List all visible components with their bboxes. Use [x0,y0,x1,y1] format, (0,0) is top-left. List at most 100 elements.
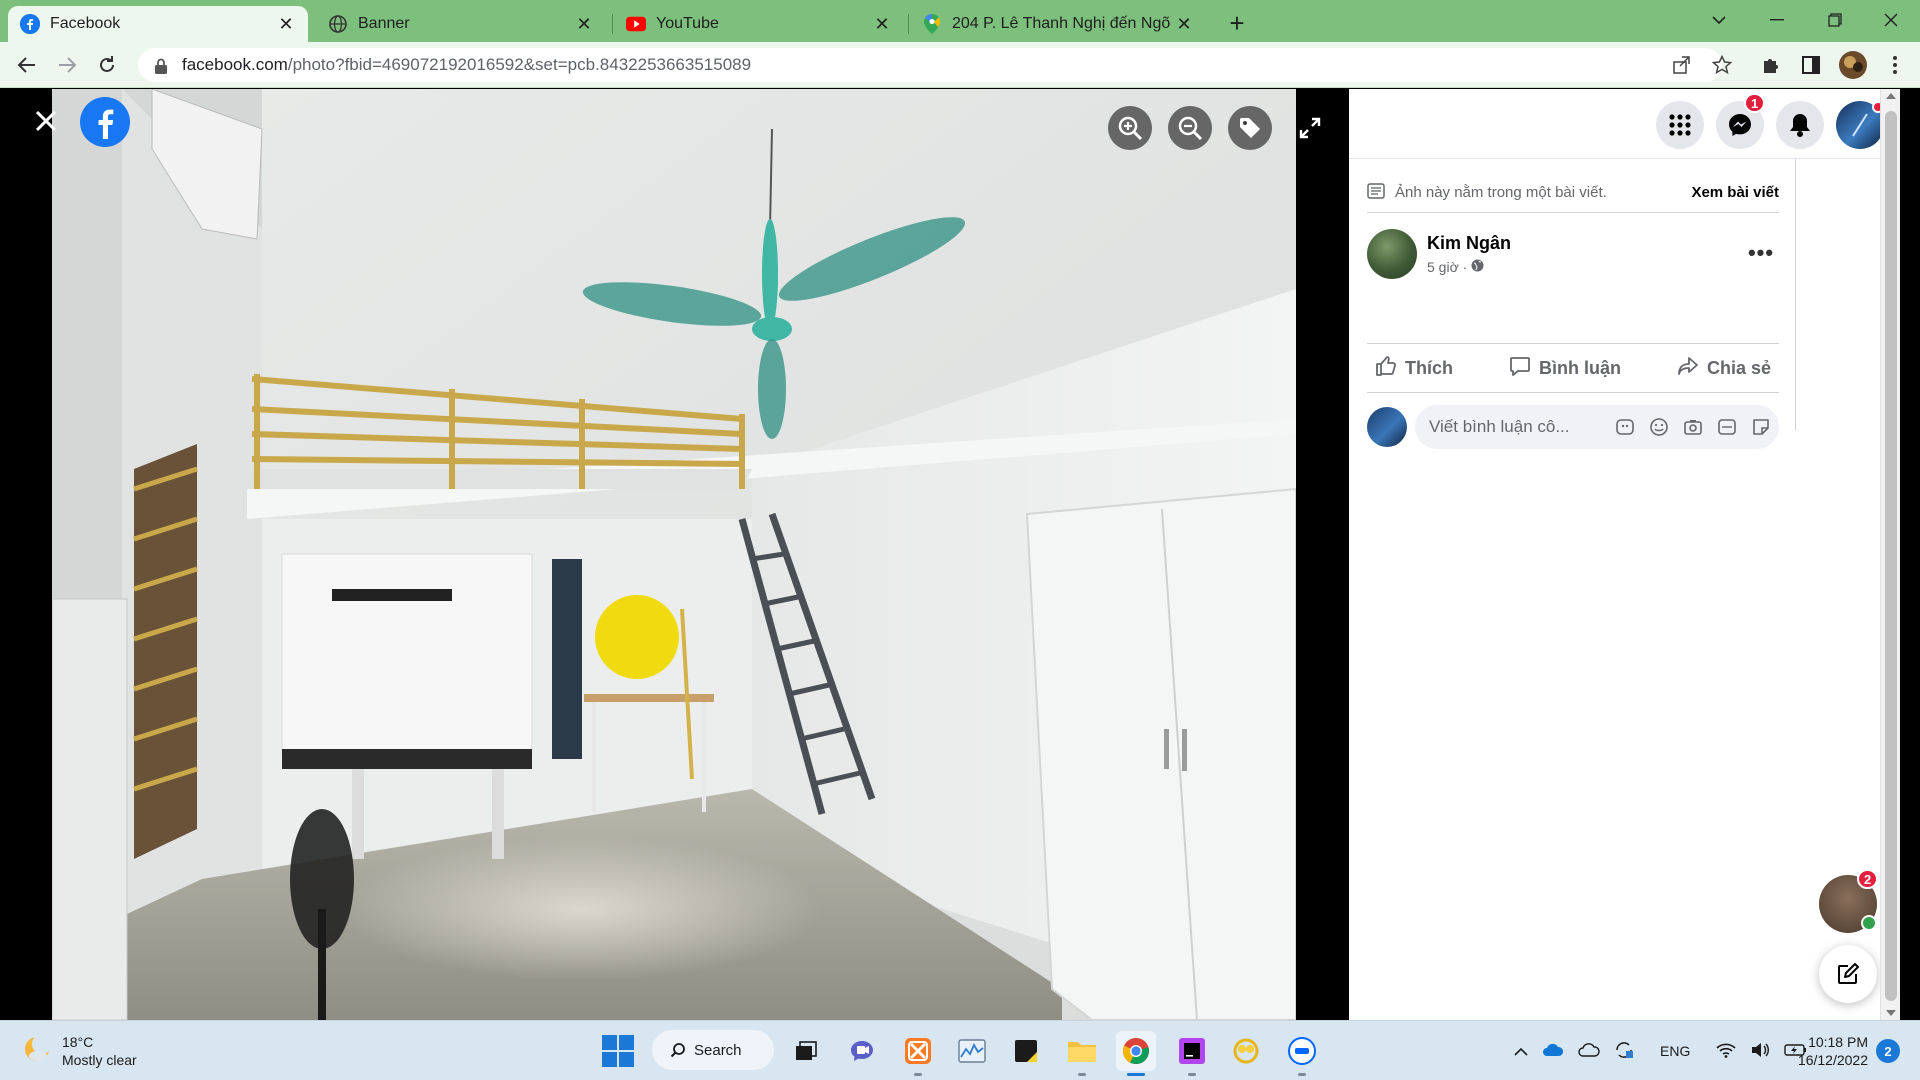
url-path: /photo?fbid=469072192016592&set=pcb.8432… [287,55,752,74]
new-message-button[interactable] [1819,945,1877,1003]
system-tray: ENG [1514,1021,1808,1080]
post-time[interactable]: 5 giờ · [1427,259,1467,275]
windows-taskbar: 18°C Mostly clear Search ENG 10:18 PM 16… [0,1020,1920,1080]
restore-button[interactable] [1806,0,1864,40]
cloud-icon[interactable] [1578,1042,1600,1060]
close-tab-icon[interactable]: ✕ [574,14,594,34]
profile-avatar[interactable] [1838,50,1868,80]
teams-chat-icon[interactable] [842,1031,882,1071]
zoom-out-icon[interactable] [1168,106,1212,150]
more-options-icon[interactable]: ••• [1743,235,1779,271]
task-view-icon[interactable] [786,1031,826,1071]
tab-banner[interactable]: Banner ✕ [316,6,606,42]
scroll-up-arrow-icon[interactable] [1886,93,1896,99]
reload-button[interactable] [90,48,124,82]
chat-head-avatar[interactable]: 2 [1819,869,1879,933]
phpstorm-icon[interactable] [1172,1031,1212,1076]
tab-youtube[interactable]: YouTube ✕ [614,6,904,42]
messenger-icon[interactable]: 1 [1716,93,1766,149]
clock-date: 16/12/2022 [1797,1052,1868,1068]
chrome-menu-icon[interactable] [1880,50,1910,80]
tab-google-maps[interactable]: 204 P. Lê Thanh Nghị đến Ngõ 1 ✕ [910,6,1206,42]
comment-input[interactable]: Viết bình luận cô... [1415,405,1779,449]
share-arrow-icon [1677,355,1699,382]
tag-icon[interactable] [1228,106,1272,150]
avatar-sticker-icon[interactable] [1615,417,1635,442]
google-maps-icon [922,14,942,34]
new-tab-button[interactable]: + [1222,8,1252,38]
sticker-icon[interactable] [1751,417,1771,442]
taskbar-search[interactable]: Search [652,1030,774,1070]
url-domain: facebook.com [182,55,288,74]
back-button[interactable] [10,48,44,82]
commenter-avatar[interactable] [1367,407,1407,447]
emoji-icon[interactable] [1649,417,1669,442]
page-scrollbar[interactable] [1880,89,1900,1020]
chevron-up-icon[interactable] [1514,1043,1528,1059]
start-windows-icon[interactable] [602,1035,634,1067]
minimize-button[interactable] [1748,0,1806,40]
tab-facebook[interactable]: Facebook ✕ [8,6,308,42]
tab-title: 204 P. Lê Thanh Nghị đến Ngõ 1 [952,15,1174,32]
comment-button[interactable]: Bình luận [1509,355,1621,382]
post-note: Ảnh này nằm trong một bài viết. Xem bài … [1367,173,1779,213]
zoom-in-icon[interactable] [1108,106,1152,150]
tab-separator [612,14,613,34]
wifi-icon[interactable] [1716,1042,1736,1061]
facebook-logo-icon[interactable] [80,97,130,147]
running-indicator [1188,1073,1196,1076]
language-indicator[interactable]: ENG [1660,1043,1690,1059]
forward-button[interactable] [50,48,84,82]
onedrive-cloud-icon[interactable] [1542,1043,1564,1060]
close-tab-icon[interactable]: ✕ [276,14,296,34]
camera-icon[interactable] [1683,417,1703,442]
scroll-down-arrow-icon[interactable] [1886,1010,1896,1016]
close-tab-icon[interactable]: ✕ [1174,14,1194,34]
close-icon[interactable] [28,103,64,139]
sticky-notes-icon[interactable] [1006,1031,1046,1071]
like-label: Thích [1405,357,1453,378]
speaker-icon[interactable] [1750,1042,1770,1061]
close-tab-icon[interactable]: ✕ [872,14,892,34]
running-indicator [1078,1073,1086,1076]
account-avatar[interactable] [1836,101,1884,149]
extensions-puzzle-icon[interactable] [1756,50,1786,80]
taskbar-clock[interactable]: 10:18 PM 16/12/2022 [1792,1033,1868,1069]
author-name[interactable]: Kim Ngân [1427,233,1511,254]
close-window-button[interactable] [1862,0,1920,40]
like-button[interactable]: Thích [1375,355,1453,382]
chrome-icon[interactable] [1116,1031,1156,1076]
address-bar[interactable]: facebook.com/photo?fbid=469072192016592&… [138,48,1722,82]
messenger-badge: 1 [1744,93,1766,113]
author-avatar[interactable] [1367,229,1417,279]
facebook-icon [20,14,40,34]
tab-separator [908,14,909,34]
file-explorer-icon[interactable] [1062,1031,1102,1076]
sync-icon[interactable] [1614,1041,1634,1062]
yellow-app-icon[interactable] [1226,1031,1266,1071]
search-label: Search [694,1041,742,1059]
share-icon[interactable] [1668,51,1696,79]
notifications-bell-icon[interactable] [1776,101,1824,149]
photo-viewer [0,89,1349,1020]
fullscreen-icon[interactable] [1288,106,1332,150]
share-button[interactable]: Chia sẻ [1677,355,1771,382]
notification-count-badge[interactable]: 2 [1876,1039,1900,1063]
menu-grid-icon[interactable] [1656,101,1704,149]
zalo-icon[interactable] [1282,1031,1322,1076]
gif-icon[interactable] [1717,417,1737,442]
performance-monitor-icon[interactable] [952,1031,992,1071]
side-panel-icon[interactable] [1796,50,1826,80]
xampp-icon[interactable] [898,1031,938,1076]
post-document-icon [1367,182,1385,203]
tab-search-chevron-down-icon[interactable] [1690,0,1748,40]
moon-cloud-icon [22,1033,52,1069]
view-post-link[interactable]: Xem bài viết [1691,184,1779,201]
comment-tools [1615,417,1771,442]
browser-toolbar: facebook.com/photo?fbid=469072192016592&… [0,42,1920,88]
weather-widget[interactable]: 18°C Mostly clear [22,1033,137,1069]
post-note-text: Ảnh này nằm trong một bài viết. [1395,184,1607,201]
browser-tab-strip: Facebook ✕ Banner ✕ YouTube ✕ 204 P. Lê … [0,0,1920,42]
bookmark-star-icon[interactable] [1708,51,1736,79]
scrollbar-thumb[interactable] [1885,111,1897,1001]
